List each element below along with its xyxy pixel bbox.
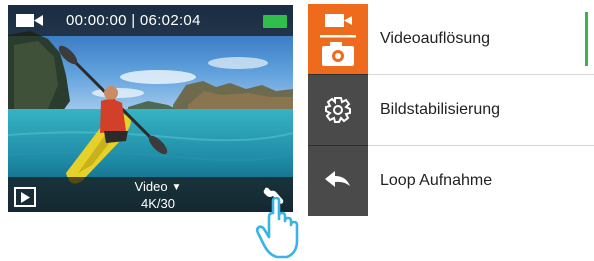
camera-preview-screen: 00:00:00 | 06:02:04 Video ▼ 4K/30 [8,5,293,212]
scroll-indicator [585,12,588,66]
triangle-down-icon: ▼ [171,182,182,193]
menu-item-image-stabilization[interactable]: Bildstabilisierung [308,75,594,145]
play-icon[interactable] [14,187,36,207]
mode-selector[interactable]: Video ▼ [113,179,203,195]
gear-icon [308,75,368,145]
mode-label: Video [134,179,168,194]
menu-item-video-resolution[interactable]: Videoauflösung [308,4,594,74]
menu-item-loop-recording[interactable]: Loop Aufnahme [308,146,594,216]
video-photo-icon [308,4,368,74]
settings-menu: Videoauflösung Bildstabilisierung Loop A… [308,4,594,216]
resolution-label: 4K/30 [141,196,175,211]
battery-full-icon [263,15,287,28]
menu-item-label: Bildstabilisierung [380,101,501,118]
menu-item-label: Videoauflösung [380,30,491,47]
recording-timer: 00:00:00 | 06:02:04 [66,12,201,29]
tap-hand-icon [255,197,299,259]
menu-item-label: Loop Aufnahme [380,172,493,189]
back-arrow-icon [308,146,368,216]
video-camera-icon [16,14,43,27]
